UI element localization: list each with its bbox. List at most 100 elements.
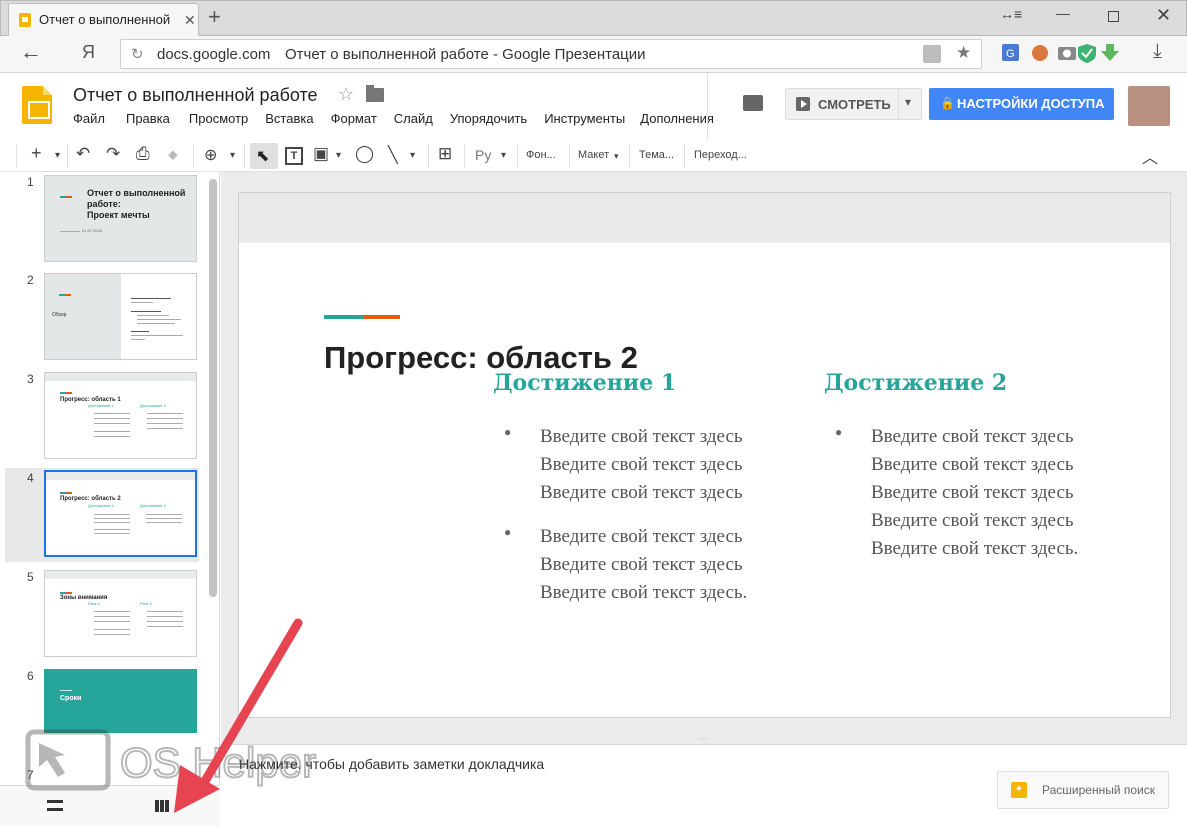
placeholder-line: [131, 302, 153, 303]
lock-icon[interactable]: [923, 45, 941, 63]
menu-item[interactable]: Инструменты: [544, 111, 625, 129]
image-icon[interactable]: ▣: [313, 144, 329, 164]
select-tool-button[interactable]: ⬉: [250, 143, 278, 169]
menu-item[interactable]: Слайд: [394, 111, 433, 129]
textbox-icon[interactable]: T: [285, 147, 303, 165]
present-options-button[interactable]: ▾: [905, 95, 911, 109]
thumbnail-column-head: Достижение 2: [140, 403, 166, 408]
user-extension-icon: [1032, 45, 1048, 61]
new-slide-button[interactable]: +: [31, 143, 42, 164]
bullet-text[interactable]: Введите свой текст здесь: [540, 482, 743, 504]
notes-resize-handle[interactable]: ⋯: [698, 734, 708, 745]
input-tools-button[interactable]: Ру: [475, 147, 491, 163]
comment-add-icon[interactable]: ⊞: [438, 144, 452, 164]
extension-icons[interactable]: G: [1000, 42, 1120, 64]
theme-button[interactable]: Тема...: [639, 149, 674, 161]
document-title[interactable]: Отчет о выполненной работе: [73, 85, 318, 106]
cursor-icon: ⬉: [256, 148, 270, 165]
new-slide-options-icon[interactable]: ▾: [55, 150, 60, 161]
tab-close-icon[interactable]: ✕: [184, 12, 196, 29]
layout-button[interactable]: Макет: [578, 149, 609, 161]
redo-icon[interactable]: ↷: [106, 144, 120, 164]
window-close-button[interactable]: ✕: [1156, 5, 1171, 26]
thumbnail-column-head: Достижение 2: [140, 503, 166, 508]
toolbar-divider: [629, 144, 630, 168]
bullet-text[interactable]: Введите свой текст здесь: [871, 510, 1074, 532]
accent-line: [60, 690, 72, 691]
input-tools-options-icon[interactable]: ▾: [501, 150, 506, 161]
slide-thumbnail-4[interactable]: Прогресс: область 2 Достижение 1 Достиже…: [44, 470, 197, 557]
placeholder-line: [94, 616, 130, 617]
column-1-heading[interactable]: Достижение 1: [493, 370, 676, 396]
yandex-logo[interactable]: Я: [82, 42, 95, 63]
browser-tab[interactable]: Отчет о выполненной ра ✕: [8, 3, 199, 36]
avatar[interactable]: [1128, 86, 1170, 126]
url-field[interactable]: ↻ docs.google.com Отчет о выполненной ра…: [120, 39, 982, 69]
filmstrip-scrollbar[interactable]: [209, 179, 217, 597]
background-button[interactable]: Фон...: [526, 149, 556, 161]
back-button[interactable]: ←: [20, 39, 42, 65]
bullet-text[interactable]: Введите свой текст здесь: [871, 482, 1074, 504]
slide-thumbnail-1[interactable]: Отчет о выполненной работе: Проект мечты…: [44, 175, 197, 262]
undo-icon[interactable]: ↶: [76, 144, 90, 164]
print-icon[interactable]: ⎙: [136, 144, 150, 164]
bookmark-star-icon[interactable]: ★: [956, 43, 971, 63]
svg-text:G: G: [1006, 48, 1015, 60]
layout-options-icon[interactable]: ▾: [614, 151, 619, 162]
downloads-icon[interactable]: ⤓: [1153, 40, 1162, 63]
slide-thumbnail-3[interactable]: Прогресс: область 1 Достижение 1 Достиже…: [44, 372, 197, 459]
bullet-text[interactable]: Введите свой текст здесь.: [871, 538, 1078, 560]
tab-title: Отчет о выполненной ра: [39, 12, 174, 27]
menu-item[interactable]: Правка: [126, 111, 170, 129]
bullet-text[interactable]: Введите свой текст здесь: [540, 454, 743, 476]
comments-icon[interactable]: [743, 95, 763, 111]
slide-number: 1: [27, 175, 34, 189]
accent-line: [66, 592, 72, 594]
slide-editor[interactable]: Прогресс: область 2 Достижение 1 Достиже…: [238, 192, 1171, 718]
menu-item[interactable]: Упорядочить: [450, 111, 527, 129]
shape-icon[interactable]: ◯: [355, 144, 374, 164]
star-icon[interactable]: ☆: [338, 84, 354, 105]
window-maximize-button[interactable]: [1108, 11, 1119, 22]
toolbar-divider: [67, 144, 68, 168]
bullet-text[interactable]: Введите свой текст здесь: [540, 554, 743, 576]
transition-button[interactable]: Переход...: [694, 149, 747, 161]
menu-item[interactable]: Вставка: [265, 111, 313, 129]
slide-thumbnail-2[interactable]: Обзор: [44, 273, 197, 360]
zoom-icon[interactable]: ⊕: [204, 145, 217, 165]
placeholder-line: [147, 428, 183, 429]
bullet-text[interactable]: Введите свой текст здесь.: [540, 582, 747, 604]
present-button[interactable]: СМОТРЕТЬ ▾: [785, 88, 922, 120]
slide-header-band: [239, 193, 1170, 243]
bullet-text[interactable]: Введите свой текст здесь: [540, 526, 743, 548]
menu-item[interactable]: Формат: [331, 111, 377, 129]
slides-logo-icon[interactable]: [22, 86, 52, 124]
line-icon[interactable]: ╲: [388, 145, 398, 165]
placeholder-line: [94, 533, 130, 534]
image-options-icon[interactable]: ▾: [336, 150, 341, 161]
thumbnail-column-head: Риск 1: [88, 601, 100, 606]
paint-format-icon[interactable]: ⬥: [168, 146, 178, 163]
new-tab-button[interactable]: +: [208, 4, 221, 30]
collapse-icon[interactable]: ︿: [1142, 144, 1158, 168]
folder-icon[interactable]: [366, 85, 384, 102]
thumbnail-column-head: Достижение 1: [88, 403, 114, 408]
menu-item[interactable]: Просмотр: [189, 111, 248, 129]
bullet-text[interactable]: Введите свой текст здесь: [871, 426, 1074, 448]
line-options-icon[interactable]: ▾: [410, 150, 415, 161]
menu-item[interactable]: Дополнения: [640, 111, 714, 129]
placeholder-line: [94, 418, 130, 419]
share-button[interactable]: 🔒 НАСТРОЙКИ ДОСТУПА: [929, 88, 1114, 120]
bullet-text[interactable]: Введите свой текст здесь: [540, 426, 743, 448]
slides-favicon-icon: [19, 13, 31, 27]
explore-button[interactable]: ✦ Расширенный поиск: [997, 771, 1169, 809]
reload-icon[interactable]: ↻: [131, 45, 144, 63]
column-2-heading[interactable]: Достижение 2: [824, 370, 1007, 396]
placeholder-line: [94, 436, 130, 437]
window-minimize-button[interactable]: —: [1056, 5, 1070, 21]
placeholder-line: [137, 323, 175, 324]
window-menu-icon[interactable]: ↔≡: [1000, 6, 1022, 22]
zoom-options-icon[interactable]: ▾: [230, 150, 235, 161]
menu-item[interactable]: Файл: [73, 111, 105, 129]
bullet-text[interactable]: Введите свой текст здесь: [871, 454, 1074, 476]
